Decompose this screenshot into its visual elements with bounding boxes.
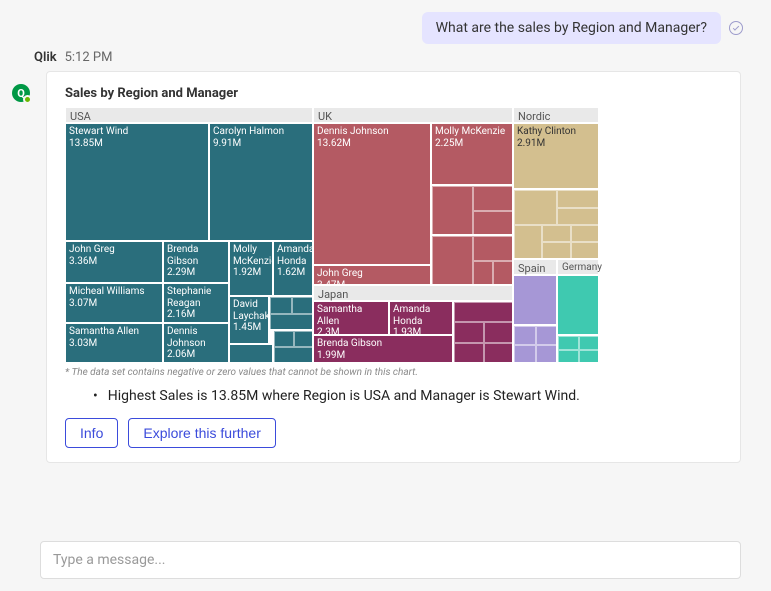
cell-nor-kathy[interactable]: Kathy Clinton 2.91M xyxy=(513,123,599,189)
cell-usa-carolyn[interactable]: Carolyn Halmon 9.91M xyxy=(209,123,313,241)
region-header-nordic: Nordic xyxy=(513,107,599,123)
cell-usa-dennis[interactable]: Dennis Johnson 2.06M xyxy=(163,323,229,363)
chart-footnote: * The data set contains negative or zero… xyxy=(65,367,722,378)
cell-uk-mid[interactable] xyxy=(431,185,513,235)
cell-usa-molly[interactable]: Molly McKenzie 1.92M xyxy=(229,241,273,296)
presence-dot-icon xyxy=(23,95,32,104)
cell-usa-misc1[interactable] xyxy=(229,344,273,363)
cell-usa-micheal[interactable]: Micheal Williams 3.07M xyxy=(65,283,163,323)
cell-uk-johng[interactable]: John Greg 3.47M xyxy=(313,265,431,285)
cell-usa-misc3[interactable] xyxy=(273,330,313,363)
cell-uk-molly[interactable]: Molly McKenzie 2.25M xyxy=(431,123,513,185)
cell-spain-main[interactable] xyxy=(513,275,557,325)
region-header-japan: Japan xyxy=(313,285,513,301)
cell-jp-samantha[interactable]: Samantha Allen 2.3M xyxy=(313,301,389,335)
message-composer[interactable]: Type a message... xyxy=(40,541,741,579)
cell-uk-right[interactable] xyxy=(431,235,513,285)
message-meta: Qlik 5:12 PM xyxy=(0,48,771,67)
insight-text: Highest Sales is 13.85M where Region is … xyxy=(93,388,722,404)
cell-usa-stephanie[interactable]: Stephanie Reagan 2.16M xyxy=(163,283,229,323)
cell-usa-johng[interactable]: John Greg 3.36M xyxy=(65,241,163,283)
cell-jp-right[interactable] xyxy=(453,301,513,363)
cell-usa-stewart[interactable]: Stewart Wind 13.85M xyxy=(65,123,209,241)
cell-germany-main[interactable] xyxy=(557,275,599,335)
cell-usa-amanda[interactable]: Amanda Honda 1.62M xyxy=(273,241,313,296)
delivered-check-icon xyxy=(729,21,743,35)
qlik-avatar: Q xyxy=(12,84,30,102)
cell-jp-brenda[interactable]: Brenda Gibson 1.99M xyxy=(313,335,453,363)
cell-usa-samantha[interactable]: Samantha Allen 3.03M xyxy=(65,323,163,363)
cell-jp-amanda[interactable]: Amanda Honda 1.93M xyxy=(389,301,453,335)
cell-spain-grid[interactable] xyxy=(513,325,557,363)
sender-name: Qlik xyxy=(34,50,57,65)
cell-nor-grid[interactable] xyxy=(513,189,599,259)
treemap-chart[interactable]: USA Stewart Wind 13.85M Carolyn Halmon 9… xyxy=(65,107,599,363)
response-card: Sales by Region and Manager USA Stewart … xyxy=(46,71,741,463)
cell-germany-grid[interactable] xyxy=(557,335,599,363)
explore-further-button[interactable]: Explore this further xyxy=(128,418,276,448)
region-header-spain: Spain xyxy=(513,259,557,275)
region-header-uk: UK xyxy=(313,107,513,123)
cell-usa-brenda[interactable]: Brenda Gibson 2.29M xyxy=(163,241,229,283)
cell-usa-misc2[interactable] xyxy=(269,296,313,330)
region-header-usa: USA xyxy=(65,107,313,123)
message-time: 5:12 PM xyxy=(65,50,113,65)
cell-usa-david[interactable]: David Laychak 1.45M xyxy=(229,296,269,344)
cell-uk-dennis[interactable]: Dennis Johnson 13.62M xyxy=(313,123,431,265)
region-header-germany: Germany xyxy=(557,259,599,275)
info-button[interactable]: Info xyxy=(65,418,118,448)
chart-title: Sales by Region and Manager xyxy=(65,86,722,101)
user-message-bubble: What are the sales by Region and Manager… xyxy=(422,12,721,44)
